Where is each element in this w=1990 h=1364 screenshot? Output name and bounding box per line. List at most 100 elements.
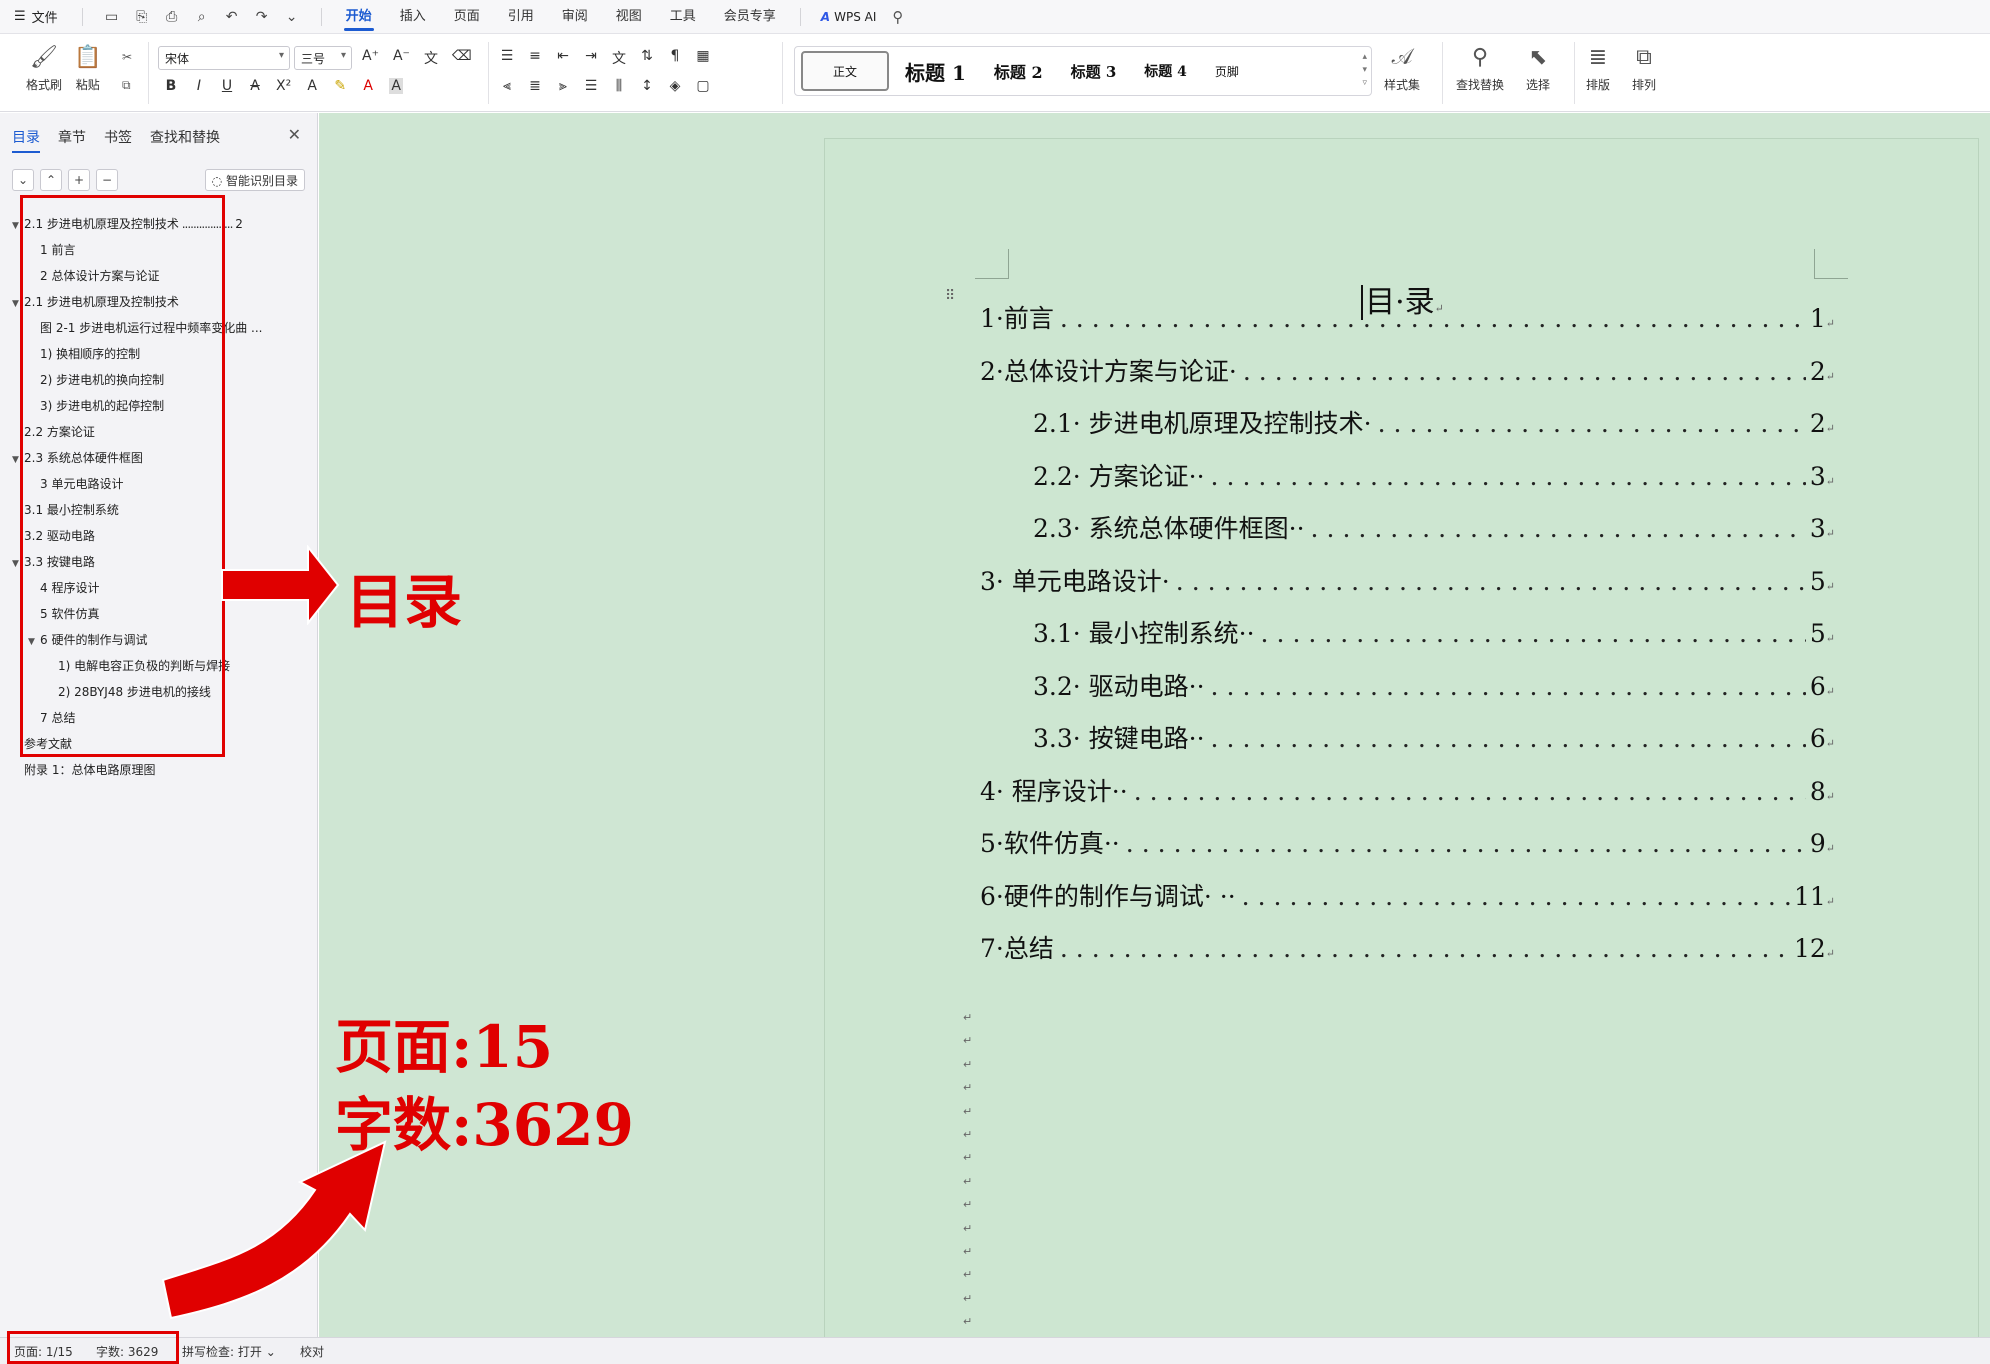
toc-entry[interactable]: 4· 程序设计·· 8↵ — [980, 772, 1835, 808]
chinese-layout-icon[interactable]: 文 — [612, 48, 626, 68]
tab-review[interactable]: 审阅 — [548, 0, 602, 34]
search-icon[interactable]: ⚲ — [886, 8, 903, 26]
smart-toc-button[interactable]: ◌ 智能识别目录 — [204, 169, 305, 191]
layout-button[interactable]: ≣ 排版 — [1586, 44, 1610, 93]
phonetic-icon[interactable]: 文 — [424, 48, 438, 68]
proofread-button[interactable]: 校对 — [300, 1343, 324, 1360]
increase-indent-icon[interactable]: ⇥ — [584, 48, 598, 68]
numbered-list-icon[interactable]: ≡ — [528, 48, 542, 68]
format-painter-button[interactable]: 🖌 格式刷 — [26, 44, 62, 93]
strikethrough-icon[interactable]: A — [248, 78, 262, 94]
superscript-icon[interactable]: X² — [276, 78, 291, 94]
align-right-icon[interactable]: ⫸ — [556, 78, 570, 94]
align-center-icon[interactable]: ≣ — [528, 78, 542, 94]
style-normal[interactable]: 正文 — [801, 51, 889, 91]
copy-icon[interactable]: ⧉ — [122, 78, 131, 93]
toc-entry[interactable]: 3.2· 驱动电路·· 6↵ — [1033, 667, 1835, 703]
style-set-button[interactable]: 𝒜 样式集 — [1384, 44, 1420, 93]
sort-icon[interactable]: ⇅ — [640, 48, 654, 68]
save-icon[interactable]: ▭ — [103, 9, 121, 25]
toc-tree-item[interactable]: 附录 1：总体电路原理图 — [24, 757, 155, 783]
nav-tab-toc[interactable]: 目录 — [12, 127, 40, 153]
style-heading-4[interactable]: 标题 4 — [1132, 51, 1199, 91]
undo-icon[interactable]: ↶ — [223, 9, 241, 25]
line-spacing-icon[interactable]: ↕ — [640, 78, 654, 94]
file-menu[interactable]: ☰ 文件 — [0, 0, 72, 34]
tab-insert[interactable]: 插入 — [386, 0, 440, 34]
toc-entry[interactable]: 2.1· 步进电机原理及控制技术· 2↵ — [1033, 404, 1835, 440]
toc-entry[interactable]: 1·前言 1↵ — [980, 299, 1835, 335]
word-count-annotation: 字数:3629 — [335, 1091, 634, 1159]
paragraph-tools-top: ☰ ≡ ⇤ ⇥ 文 ⇅ ¶ ▦ — [500, 48, 710, 68]
paste-button[interactable]: 📋 粘贴 — [74, 44, 101, 93]
show-marks-icon[interactable]: ¶ — [668, 48, 682, 68]
tab-start[interactable]: 开始 — [332, 0, 386, 34]
tab-page[interactable]: 页面 — [440, 0, 494, 34]
spellcheck-toggle[interactable]: 拼写检查: 打开 ⌄ — [182, 1343, 276, 1360]
toc-entry[interactable]: 7·总结 12↵ — [980, 929, 1835, 965]
toc-entry[interactable]: 2.2· 方案论证·· 3↵ — [1033, 457, 1835, 493]
italic-icon[interactable]: I — [192, 78, 206, 94]
chevron-down-icon[interactable]: ⌄ — [283, 9, 301, 25]
nav-tabs: 目录 章节 书签 查找和替换 — [12, 127, 220, 153]
toc-entry[interactable]: 3.3· 按键电路·· 6↵ — [1033, 719, 1835, 755]
toc-entry[interactable]: 3.1· 最小控制系统·· 5↵ — [1033, 614, 1835, 650]
redo-icon[interactable]: ↷ — [253, 9, 271, 25]
font-size-select[interactable]: 三号 ▾ — [294, 46, 352, 70]
tab-references[interactable]: 引用 — [494, 0, 548, 34]
font-color-icon[interactable]: A — [361, 78, 375, 94]
paragraph-mark-icon: ↵ — [1825, 842, 1835, 855]
justify-icon[interactable]: ☰ — [584, 78, 598, 94]
toc-entry[interactable]: 2.3· 系统总体硬件框图·· 3↵ — [1033, 509, 1835, 545]
remove-heading-icon[interactable]: − — [96, 169, 118, 191]
leader-dots — [1134, 777, 1806, 806]
wps-ai-button[interactable]: A WPS AI — [811, 10, 887, 24]
align-left-icon[interactable]: ⫷ — [500, 78, 514, 94]
shrink-font-icon[interactable]: A⁻ — [393, 48, 410, 68]
leader-dots — [1211, 724, 1806, 753]
nav-tab-bookmarks[interactable]: 书签 — [104, 127, 132, 151]
grow-font-icon[interactable]: A⁺ — [362, 48, 379, 68]
nav-tab-sections[interactable]: 章节 — [58, 127, 86, 151]
table-icon[interactable]: ▦ — [696, 48, 710, 68]
tab-view[interactable]: 视图 — [602, 0, 656, 34]
text-effect-icon[interactable]: A — [305, 78, 319, 94]
bullet-list-icon[interactable]: ☰ — [500, 48, 514, 68]
font-size-tools: A⁺ A⁻ 文 ⌫ — [362, 48, 472, 68]
shading-icon[interactable]: ◈ — [668, 78, 682, 94]
distributed-icon[interactable]: ⫼ — [612, 78, 626, 94]
print-icon[interactable]: ⎙ — [163, 9, 181, 25]
char-shading-icon[interactable]: A — [389, 78, 404, 94]
add-heading-icon[interactable]: + — [68, 169, 90, 191]
toc-entry[interactable]: 3· 单元电路设计· 5↵ — [980, 562, 1835, 598]
border-icon[interactable]: ▢ — [696, 78, 710, 94]
close-icon[interactable]: ✕ — [288, 125, 301, 144]
gallery-scroll-icon[interactable]: ▴ ▾ ▿ — [1362, 51, 1367, 90]
cut-icon[interactable]: ✂ — [122, 50, 132, 64]
toc-entry-text: 5·软件仿真·· — [980, 829, 1120, 858]
toc-entry[interactable]: 2·总体设计方案与论证· 2↵ — [980, 352, 1835, 388]
toc-entry[interactable]: 5·软件仿真·· 9↵ — [980, 824, 1835, 860]
underline-icon[interactable]: U — [220, 78, 234, 94]
toc-entry[interactable]: 6·硬件的制作与调试· ·· 11↵ — [980, 877, 1835, 913]
bold-icon[interactable]: B — [164, 78, 178, 94]
style-heading-3[interactable]: 标题 3 — [1059, 51, 1129, 91]
select-button[interactable]: ⬉ 选择 — [1526, 44, 1550, 93]
style-heading-1[interactable]: 标题 1 — [893, 51, 978, 91]
find-replace-button[interactable]: ⚲ 查找替换 — [1456, 44, 1504, 93]
style-heading-2[interactable]: 标题 2 — [982, 51, 1055, 91]
arrange-button[interactable]: ⧉ 排列 — [1632, 44, 1656, 93]
clear-format-icon[interactable]: ⌫ — [452, 48, 472, 68]
select-label: 选择 — [1526, 78, 1551, 92]
highlight-icon[interactable]: ✎ — [333, 78, 347, 94]
tab-tools[interactable]: 工具 — [656, 0, 710, 34]
nav-tab-find-replace[interactable]: 查找和替换 — [150, 127, 220, 151]
export-icon[interactable]: ⎘ — [133, 9, 151, 25]
style-footer[interactable]: 页脚 — [1203, 51, 1251, 91]
expand-up-icon[interactable]: ⌃ — [40, 169, 62, 191]
decrease-indent-icon[interactable]: ⇤ — [556, 48, 570, 68]
tab-member[interactable]: 会员专享 — [710, 0, 790, 34]
print-preview-icon[interactable]: ⌕ — [193, 9, 211, 25]
font-name-select[interactable]: 宋体 ▾ — [158, 46, 290, 70]
collapse-all-icon[interactable]: ⌄ — [12, 169, 34, 191]
